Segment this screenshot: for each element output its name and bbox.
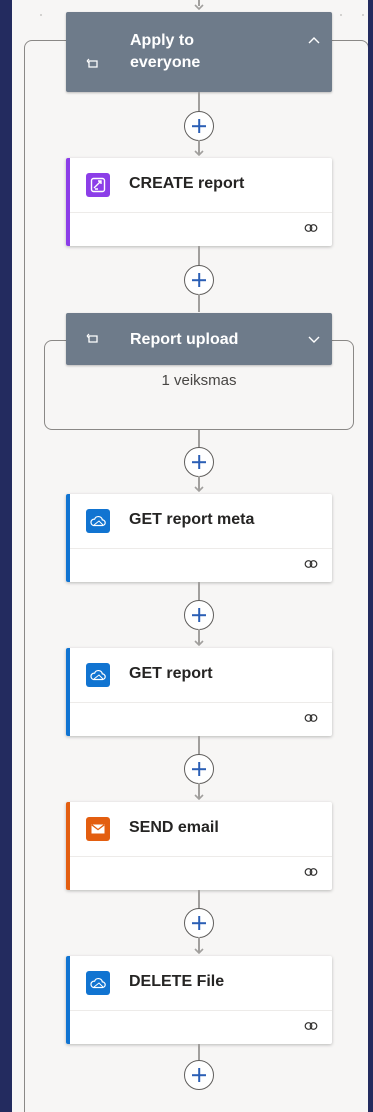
connector-line: [198, 92, 200, 112]
step-label: DELETE File: [129, 973, 225, 990]
arrow-down-icon: [194, 640, 204, 647]
card-accent: [66, 494, 70, 582]
link-icon[interactable]: [304, 223, 318, 233]
card-accent: [66, 802, 70, 890]
step-card-get-report-meta[interactable]: GET report meta: [66, 494, 332, 582]
loop-icon: [86, 58, 98, 68]
connector-line: [198, 890, 200, 910]
chevron-down-icon[interactable]: [308, 336, 320, 344]
arrow-down-icon: [194, 150, 204, 157]
step-label: SEND email: [129, 819, 219, 836]
connector-line: [198, 294, 200, 312]
add-step-button[interactable]: [184, 908, 214, 938]
step-label: GET report meta: [129, 511, 255, 528]
word-online-icon: [86, 173, 110, 197]
step-label: CREATE report: [129, 175, 245, 192]
apply-to-each-title: Apply to everyone: [130, 32, 201, 71]
onedrive-icon: [86, 971, 110, 995]
flow-canvas: Apply to everyone CREATE report Report u…: [12, 0, 373, 1112]
arrow-down-icon: [194, 4, 204, 11]
card-accent: [66, 648, 70, 736]
step-card-delete-file[interactable]: DELETE File: [66, 956, 332, 1044]
loop-icon: [86, 333, 98, 343]
onedrive-icon: [86, 509, 110, 533]
link-icon[interactable]: [304, 1021, 318, 1031]
arrow-down-icon: [194, 948, 204, 955]
connector-line: [198, 246, 200, 266]
collapsed-action-count[interactable]: 1 veiksmas: [46, 372, 352, 389]
add-step-button[interactable]: [184, 265, 214, 295]
onedrive-icon: [86, 663, 110, 687]
apply-to-each-header[interactable]: Apply to everyone: [66, 12, 332, 92]
report-upload-header[interactable]: Report upload: [66, 313, 332, 365]
report-upload-title: Report upload: [130, 331, 239, 348]
step-card-get-report[interactable]: GET report: [66, 648, 332, 736]
mail-icon: [86, 817, 110, 841]
add-step-button[interactable]: [184, 447, 214, 477]
step-card-create-report[interactable]: CREATE report: [66, 158, 332, 246]
add-step-button[interactable]: [184, 111, 214, 141]
connector-line: [198, 736, 200, 756]
card-accent: [66, 158, 70, 246]
link-icon[interactable]: [304, 867, 318, 877]
chevron-up-icon[interactable]: [308, 36, 320, 44]
connector-line: [198, 582, 200, 602]
step-card-send-email[interactable]: SEND email: [66, 802, 332, 890]
card-accent: [66, 956, 70, 1044]
step-label: GET report: [129, 665, 213, 682]
arrow-down-icon: [194, 794, 204, 801]
arrow-down-icon: [194, 486, 204, 493]
link-icon[interactable]: [304, 713, 318, 723]
add-step-button[interactable]: [184, 754, 214, 784]
window-edge: [368, 0, 373, 1112]
add-step-button[interactable]: [184, 1060, 214, 1090]
link-icon[interactable]: [304, 559, 318, 569]
add-step-button[interactable]: [184, 600, 214, 630]
